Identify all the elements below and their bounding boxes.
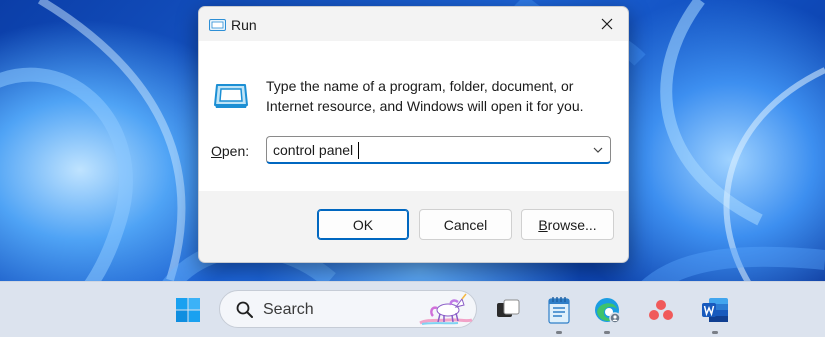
open-input[interactable] bbox=[273, 139, 573, 161]
search-highlight-illustration bbox=[419, 293, 473, 325]
close-icon bbox=[601, 18, 613, 30]
dialog-description: Type the name of a program, folder, docu… bbox=[266, 78, 584, 114]
browse-button[interactable]: Browse... bbox=[521, 209, 614, 240]
red-dots-app-button[interactable] bbox=[643, 282, 679, 337]
task-view-button[interactable] bbox=[490, 282, 526, 337]
start-button[interactable] bbox=[170, 282, 206, 337]
open-label-text: pen: bbox=[221, 143, 250, 159]
dialog-body: Type the name of a program, folder, docu… bbox=[199, 41, 628, 191]
open-label: Open: bbox=[211, 143, 249, 159]
taskbar: Search bbox=[0, 281, 825, 337]
notepad-button[interactable] bbox=[541, 282, 577, 337]
running-indicator bbox=[604, 331, 610, 334]
edge-button[interactable] bbox=[589, 282, 625, 337]
running-indicator bbox=[712, 331, 718, 334]
search-icon bbox=[236, 301, 253, 318]
text-caret bbox=[358, 142, 359, 159]
cancel-button[interactable]: Cancel bbox=[419, 209, 512, 240]
dialog-title: Run bbox=[231, 17, 257, 33]
app-red-dots-icon bbox=[649, 299, 673, 320]
word-button[interactable] bbox=[697, 282, 733, 337]
windows-start-icon bbox=[176, 297, 200, 322]
search-placeholder: Search bbox=[263, 301, 314, 318]
notepad-icon bbox=[548, 296, 570, 324]
chevron-down-icon[interactable] bbox=[592, 144, 604, 156]
ok-button[interactable]: OK bbox=[317, 209, 409, 240]
task-view-icon bbox=[497, 299, 520, 317]
open-combobox[interactable] bbox=[266, 136, 611, 164]
open-label-mnemonic: O bbox=[211, 143, 222, 159]
browse-label: rowse... bbox=[547, 216, 597, 233]
run-icon bbox=[214, 84, 248, 108]
run-dialog: Run Type the name of a program, folder, … bbox=[198, 6, 629, 263]
taskbar-search[interactable]: Search bbox=[219, 290, 477, 328]
running-indicator bbox=[556, 331, 562, 334]
title-bar[interactable]: Run bbox=[199, 7, 628, 41]
edge-icon bbox=[595, 297, 621, 324]
word-icon bbox=[702, 297, 728, 322]
close-button[interactable] bbox=[586, 7, 628, 41]
run-icon bbox=[209, 19, 226, 31]
browse-mnemonic: B bbox=[538, 216, 548, 233]
